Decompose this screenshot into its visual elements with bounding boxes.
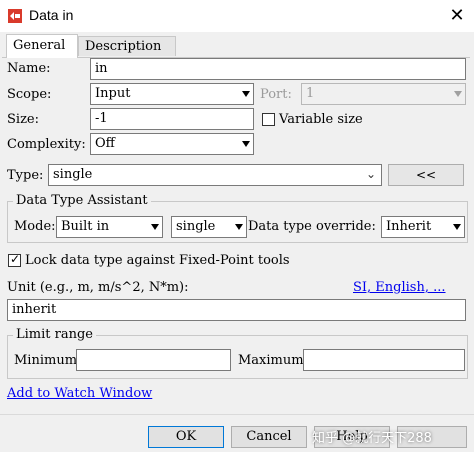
chevron-down-icon: ⌄ [365,167,376,181]
unit-system-link[interactable]: SI, English, ... [353,280,446,295]
type-label: Type: [7,168,44,183]
variable-size-checkbox[interactable] [262,113,275,126]
size-label: Size: [7,112,39,127]
chevron-down-icon [453,224,461,230]
minimum-field[interactable] [76,349,231,371]
type-dropdown[interactable]: single ⌄ [48,164,382,186]
lock-data-type-checkbox[interactable]: ✓ [8,252,21,267]
complexity-value: Off [95,136,115,151]
lock-data-type-label: Lock data type against Fixed-Point tools [25,253,290,268]
button-bar-divider [0,414,474,415]
scope-dropdown[interactable]: Input [90,83,254,105]
chevron-down-icon [242,91,250,97]
chevron-down-icon [454,91,462,97]
limit-range-title: Limit range [13,327,96,342]
tab-description[interactable]: Description [78,36,176,56]
chevron-down-icon [235,224,243,230]
builtin-type-dropdown[interactable]: single [171,216,247,238]
maximum-field[interactable] [303,349,465,371]
hide-assistant-button[interactable]: << [388,164,464,186]
watermark: 知乎 @就行天下288 [312,431,432,446]
mode-label: Mode: [14,219,56,234]
port-label: Port: [260,87,292,102]
complexity-label: Complexity: [7,137,86,152]
simulink-app-icon [8,9,22,23]
close-icon[interactable]: ✕ [446,4,468,26]
cancel-button[interactable]: Cancel [231,426,307,448]
data-type-assistant-title: Data Type Assistant [13,193,151,208]
maximum-label: Maximum: [238,353,308,368]
port-dropdown[interactable]: 1 [301,83,466,105]
add-to-watch-window-link[interactable]: Add to Watch Window [7,386,152,401]
mode-dropdown[interactable]: Built in [56,216,163,238]
chevron-down-icon [151,224,159,230]
override-dropdown[interactable]: Inherit [381,216,465,238]
override-label: Data type override: [248,219,376,234]
size-field[interactable]: -1 [90,108,254,130]
chevron-down-icon [242,141,250,147]
ok-button[interactable]: OK [148,426,224,448]
tab-general[interactable]: General [6,34,78,58]
builtin-type-value: single [176,219,216,234]
scope-value: Input [95,86,131,101]
scope-label: Scope: [7,87,52,102]
checkmark-icon: ✓ [10,252,21,266]
variable-size-label: Variable size [279,112,363,127]
unit-label: Unit (e.g., m, m/s^2, N*m): [7,280,189,295]
complexity-dropdown[interactable]: Off [90,133,254,155]
override-value: Inherit [386,219,432,234]
unit-field[interactable]: inherit [7,299,466,321]
mode-value: Built in [61,219,110,234]
window-title: Data in [29,7,74,23]
name-field[interactable]: in [90,58,466,80]
name-label: Name: [7,61,51,76]
type-value: single [53,167,93,182]
port-value: 1 [306,86,315,101]
minimum-label: Minimum: [14,353,82,368]
